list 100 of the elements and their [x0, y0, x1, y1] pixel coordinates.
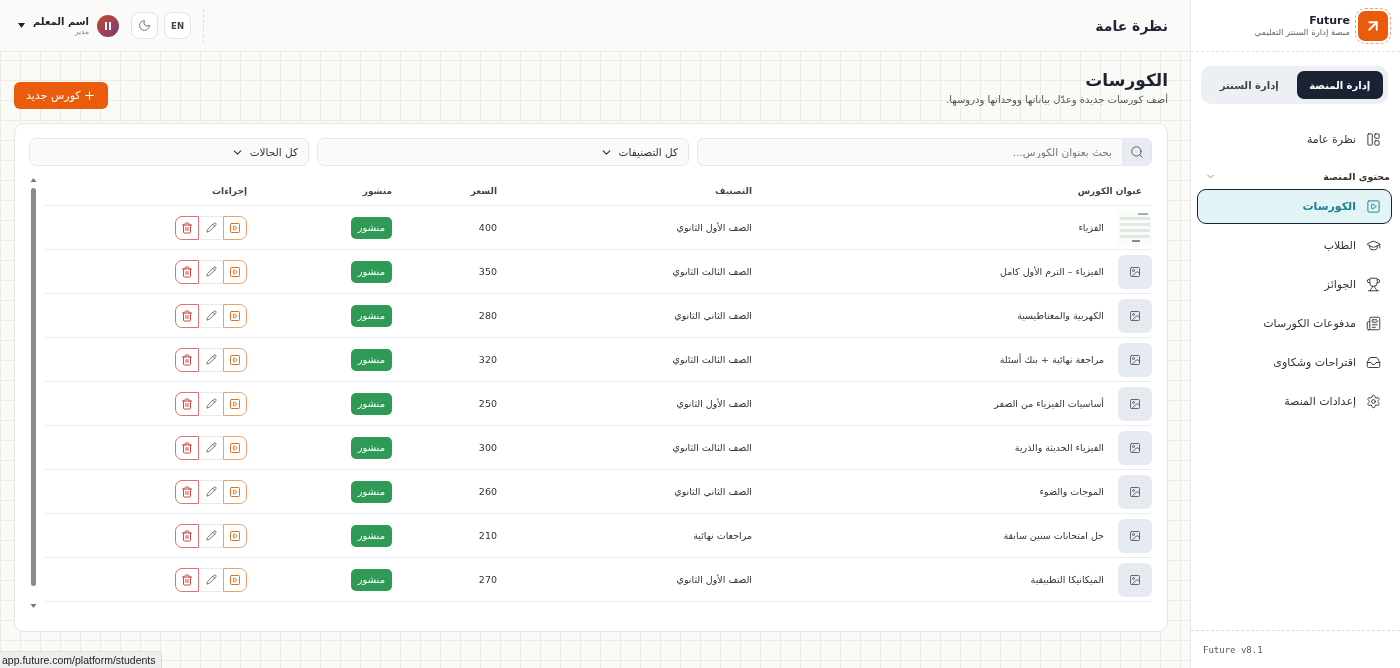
content-button[interactable] [223, 523, 247, 548]
plus-icon [82, 89, 96, 102]
trash-icon [181, 485, 193, 498]
table-cell: الفزياء [1078, 222, 1104, 233]
page-title: الكورسات [1084, 70, 1168, 90]
theme-button[interactable] [131, 12, 159, 39]
table-cell-text: 270 [477, 574, 498, 585]
status-badge: منشور [350, 216, 392, 239]
image-icon [1129, 529, 1141, 542]
image-icon [1129, 309, 1141, 322]
brand-tagline: منصة إدارة السنتر التعليمي [1254, 27, 1350, 37]
delete-button[interactable] [175, 479, 199, 504]
play-icon [229, 221, 241, 234]
nav-icon [1366, 355, 1381, 370]
table-cell-text: الصف الثالث الثانوي [671, 354, 753, 365]
table-cell-text: الصف الثالث الثانوي [671, 442, 753, 453]
content-button[interactable] [223, 567, 247, 592]
content-button[interactable] [223, 391, 247, 416]
new-course-button[interactable]: كورس جديد [14, 82, 108, 109]
delete-button[interactable] [175, 215, 199, 240]
nav-group-header[interactable]: محتوى المنصة [1205, 165, 1390, 187]
edit-button[interactable] [199, 215, 223, 240]
nav-item[interactable]: الطلاب [1197, 228, 1392, 263]
edit-button[interactable] [199, 303, 223, 328]
mode-tab[interactable]: إدارة المنصة [1296, 71, 1383, 99]
status-badge: منشور [350, 524, 392, 547]
nav-item[interactable]: مدفوعات الكورسات [1197, 306, 1392, 341]
content-button[interactable] [223, 259, 247, 284]
play-icon [229, 265, 241, 278]
delete-button[interactable] [175, 259, 199, 284]
table-cell-text: 260 [477, 486, 498, 497]
delete-button[interactable] [175, 567, 199, 592]
layout-icon [1366, 132, 1381, 147]
mode-tab[interactable]: إدارة السنتر [1206, 71, 1293, 99]
status-dropdown[interactable]: كل الحالات [29, 138, 309, 166]
table-cell-text: مراجعات نهائية [692, 530, 753, 541]
table-cell: الموجات والضوء [1039, 486, 1104, 497]
content-button[interactable] [223, 479, 247, 504]
delete-button[interactable] [175, 391, 199, 416]
delete-button[interactable] [175, 303, 199, 328]
nav-item[interactable]: الجوائز [1197, 267, 1392, 302]
play-icon [229, 573, 241, 586]
delete-button[interactable] [175, 347, 199, 372]
pencil-icon [205, 530, 217, 541]
brand-name: Future [1308, 14, 1350, 27]
table-cell: الكهربية والمغناطيسية [1017, 310, 1104, 321]
edit-button[interactable] [199, 435, 223, 460]
content-button[interactable] [223, 435, 247, 460]
content-button[interactable] [223, 347, 247, 372]
edit-button[interactable] [199, 391, 223, 416]
table-cell: حل امتحانات سنين سابقة [1003, 530, 1104, 541]
trash-icon [181, 221, 193, 234]
column-header: عنوان الكورس [1076, 185, 1143, 196]
trash-icon [181, 353, 193, 366]
status-badge: منشور [350, 304, 392, 327]
pencil-icon [205, 310, 217, 321]
edit-button[interactable] [199, 523, 223, 548]
user-name: اسم المعلم [33, 15, 90, 27]
delete-button[interactable] [175, 523, 199, 548]
content-button[interactable] [223, 303, 247, 328]
language-button[interactable]: EN [164, 12, 192, 39]
nav-item[interactable]: إعدادات المنصة [1197, 384, 1392, 419]
table-cell-text: الصف الأول الثانوي [675, 222, 753, 233]
table-cell-text: 350 [477, 266, 498, 277]
nav-icon [1366, 394, 1381, 409]
image-icon [1129, 265, 1141, 278]
category-dropdown[interactable]: كل التصنيفات [317, 138, 689, 166]
content-button[interactable] [223, 215, 247, 240]
edit-button[interactable] [199, 567, 223, 592]
play-icon [229, 309, 241, 322]
trash-icon [181, 573, 193, 586]
table-cell-text: الصف الثالث الثانوي [671, 266, 753, 277]
column-header: إجراءات [211, 185, 248, 196]
link-status-bar: app.future.com/platform/students [0, 651, 162, 668]
nav-icon [1366, 199, 1381, 214]
avatar [97, 14, 120, 37]
table-cell-text: 210 [477, 530, 498, 541]
table-cell-text: الصف الثاني الثانوي [673, 486, 753, 497]
nav-item[interactable]: اقتراحات وشكاوى [1197, 345, 1392, 380]
table-cell: الفيزياء – الترم الأول كامل [999, 266, 1104, 277]
page-header-title: نظرة عامة [1095, 17, 1168, 34]
nav-item[interactable]: نظرة عامة [1197, 122, 1392, 157]
moon-icon [138, 19, 152, 32]
pencil-icon [205, 354, 217, 365]
status-badge: منشور [350, 436, 392, 459]
pencil-icon [205, 222, 217, 233]
table-cell-text: 280 [477, 310, 498, 321]
version-label: Future v8.1 [1203, 644, 1263, 655]
edit-button[interactable] [199, 479, 223, 504]
table-cell-text: الصف الثاني الثانوي [673, 310, 753, 321]
nav-item[interactable]: الكورسات [1197, 189, 1392, 224]
status-badge: منشور [350, 348, 392, 371]
image-icon [1129, 441, 1141, 454]
page-subtitle: أضف كورسات جديدة وعدّل بياناتها ووحداتها ودروسها. [946, 94, 1168, 105]
play-icon [229, 397, 241, 410]
column-header: السعر [469, 185, 498, 196]
edit-button[interactable] [199, 347, 223, 372]
image-icon [1129, 397, 1141, 410]
delete-button[interactable] [175, 435, 199, 460]
edit-button[interactable] [199, 259, 223, 284]
